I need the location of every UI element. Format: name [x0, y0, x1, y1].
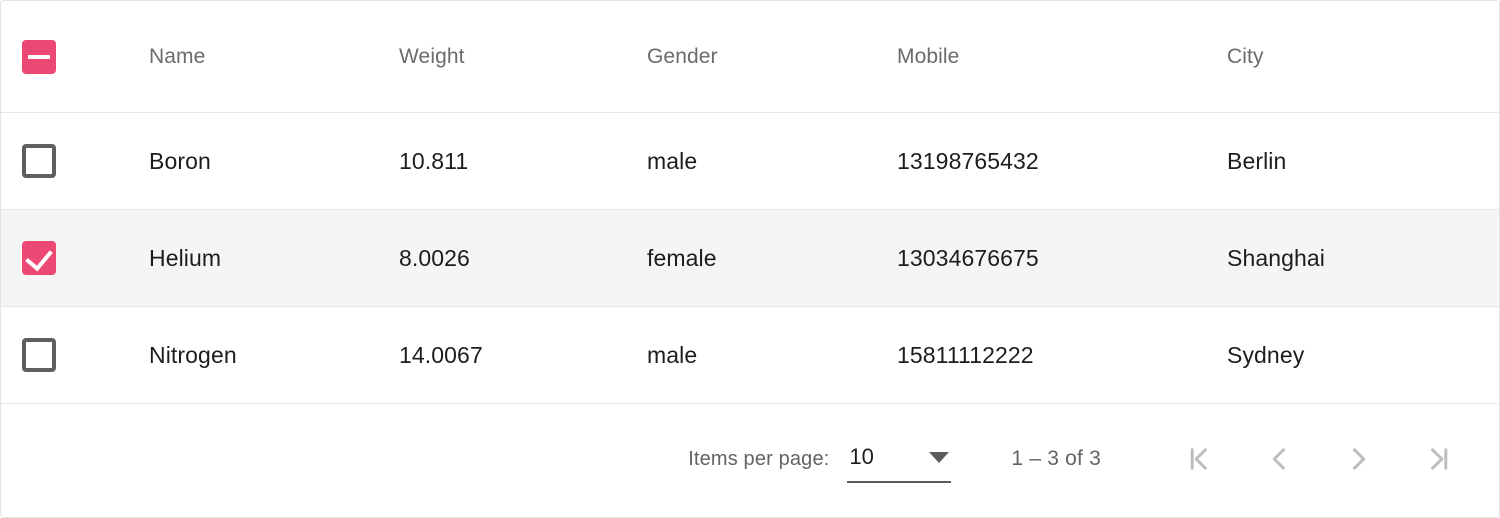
cell-value-mobile: 13198765432: [897, 147, 1039, 174]
checkmark-icon: [25, 242, 53, 272]
row-cell-mobile: 13198765432: [897, 148, 1227, 175]
table-row[interactable]: Nitrogen 14.0067 male 15811112222 Sydney: [1, 307, 1499, 404]
last-page-button[interactable]: [1399, 419, 1479, 499]
page-range-label: 1 – 3 of 3: [1011, 447, 1101, 470]
cell-value-city: Berlin: [1227, 147, 1287, 174]
cell-value-weight: 8.0026: [399, 244, 470, 271]
row-cell-gender: male: [647, 148, 897, 175]
cell-value-gender: female: [647, 244, 717, 271]
row-cell-city: Berlin: [1227, 148, 1499, 175]
items-per-page-value: 10: [849, 444, 874, 469]
next-page-button[interactable]: [1319, 419, 1399, 499]
row-checkbox[interactable]: [22, 338, 56, 372]
header-cell-name[interactable]: Name: [149, 45, 399, 69]
items-per-page-label: Items per page:: [688, 447, 830, 470]
indeterminate-dash-icon: [28, 54, 50, 59]
header-cell-city[interactable]: City: [1227, 45, 1499, 69]
table-header-row: Name Weight Gender Mobile City: [1, 1, 1499, 113]
row-cell-gender: male: [647, 342, 897, 369]
table-row[interactable]: Helium 8.0026 female 13034676675 Shangha…: [1, 210, 1499, 307]
row-cell-name: Helium: [149, 245, 399, 272]
cell-value-weight: 10.811: [399, 147, 469, 174]
header-label-name: Name: [149, 44, 206, 68]
row-cell-select: [1, 241, 149, 275]
cell-value-city: Sydney: [1227, 341, 1305, 368]
row-cell-mobile: 15811112222: [897, 342, 1227, 369]
row-checkbox[interactable]: [22, 241, 56, 275]
header-cell-select: [1, 39, 149, 74]
cell-value-gender: male: [647, 147, 698, 174]
data-table-card: Name Weight Gender Mobile City Boron 10.…: [0, 0, 1500, 518]
row-cell-gender: female: [647, 245, 897, 272]
header-label-mobile: Mobile: [897, 44, 960, 68]
header-label-gender: Gender: [647, 44, 718, 68]
first-page-icon: [1190, 448, 1207, 470]
chevron-left-icon: [1272, 448, 1286, 470]
chevron-down-icon: [929, 451, 950, 463]
header-cell-mobile[interactable]: Mobile: [897, 45, 1227, 69]
row-cell-select: [1, 338, 149, 372]
row-cell-city: Sydney: [1227, 342, 1499, 369]
row-cell-weight: 8.0026: [399, 245, 647, 272]
cell-value-mobile: 13034676675: [897, 244, 1039, 271]
cell-value-name: Helium: [149, 244, 222, 271]
row-cell-mobile: 13034676675: [897, 245, 1227, 272]
row-cell-select: [1, 144, 149, 178]
paginator: Items per page: 10 1 – 3 of 3: [1, 404, 1499, 514]
cell-value-name: Nitrogen: [149, 341, 237, 368]
items-per-page-select[interactable]: 10: [847, 435, 952, 483]
row-cell-weight: 10.811: [399, 148, 647, 175]
cell-value-name: Boron: [149, 147, 211, 174]
header-cell-weight[interactable]: Weight: [399, 45, 647, 69]
cell-value-mobile: 15811112222: [897, 341, 1034, 368]
last-page-icon: [1431, 448, 1448, 470]
row-cell-weight: 14.0067: [399, 342, 647, 369]
table-row[interactable]: Boron 10.811 male 13198765432 Berlin: [1, 113, 1499, 210]
paginator-nav-buttons: [1159, 419, 1479, 499]
previous-page-button[interactable]: [1239, 419, 1319, 499]
row-checkbox[interactable]: [22, 144, 56, 178]
first-page-button[interactable]: [1159, 419, 1239, 499]
chevron-right-icon: [1352, 448, 1366, 470]
row-cell-name: Boron: [149, 148, 399, 175]
row-cell-name: Nitrogen: [149, 342, 399, 369]
cell-value-gender: male: [647, 341, 698, 368]
cell-value-weight: 14.0067: [399, 341, 483, 368]
header-cell-gender[interactable]: Gender: [647, 45, 897, 69]
cell-value-city: Shanghai: [1227, 244, 1325, 271]
select-all-checkbox[interactable]: [22, 39, 56, 74]
header-label-weight: Weight: [399, 44, 465, 68]
header-label-city: City: [1227, 44, 1264, 68]
row-cell-city: Shanghai: [1227, 245, 1499, 272]
